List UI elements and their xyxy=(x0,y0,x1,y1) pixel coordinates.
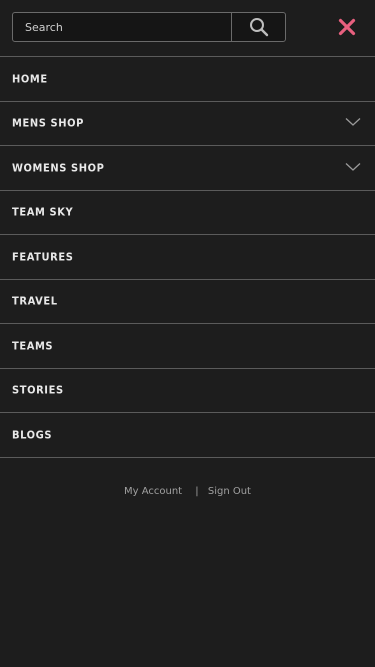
nav-item-label: MENS SHOP xyxy=(12,116,84,130)
nav-item-label: HOME xyxy=(12,72,48,86)
search-button[interactable] xyxy=(231,13,285,41)
footer-separator: | xyxy=(195,486,199,497)
nav-item-label: TEAM SKY xyxy=(12,205,74,219)
nav-item-label: BLOGS xyxy=(12,428,53,442)
nav-item-label: WOMENS SHOP xyxy=(12,161,105,175)
top-bar xyxy=(0,0,375,56)
nav-item-womens-shop[interactable]: WOMENS SHOP xyxy=(0,146,375,191)
my-account-link[interactable]: My Account xyxy=(124,486,182,497)
nav-item-label: TEAMS xyxy=(12,339,54,353)
nav-item-home[interactable]: HOME xyxy=(0,57,375,102)
nav-item-team-sky[interactable]: TEAM SKY xyxy=(0,191,375,235)
nav-item-features[interactable]: FEATURES xyxy=(0,235,375,280)
nav-item-mens-shop[interactable]: MENS SHOP xyxy=(0,102,375,146)
nav-item-teams[interactable]: TEAMS xyxy=(0,324,375,369)
close-icon xyxy=(338,18,356,36)
sign-out-link[interactable]: Sign Out xyxy=(208,486,251,497)
search-input[interactable] xyxy=(13,13,233,41)
nav-item-label: TRAVEL xyxy=(12,294,58,308)
nav-item-travel[interactable]: TRAVEL xyxy=(0,280,375,324)
chevron-down-icon[interactable] xyxy=(345,162,361,172)
nav-item-stories[interactable]: STORIES xyxy=(0,369,375,413)
search-box xyxy=(12,12,286,42)
nav-item-blogs[interactable]: BLOGS xyxy=(0,413,375,458)
nav-item-label: STORIES xyxy=(12,383,64,397)
nav-menu: HOME MENS SHOP WOMENS SHOP TEAM SKY FEATURES… xyxy=(0,56,375,458)
search-icon xyxy=(249,18,268,37)
chevron-down-icon[interactable] xyxy=(345,117,361,127)
account-links: My Account | Sign Out xyxy=(0,486,375,497)
close-menu-button[interactable] xyxy=(334,14,360,40)
nav-item-label: FEATURES xyxy=(12,250,74,264)
